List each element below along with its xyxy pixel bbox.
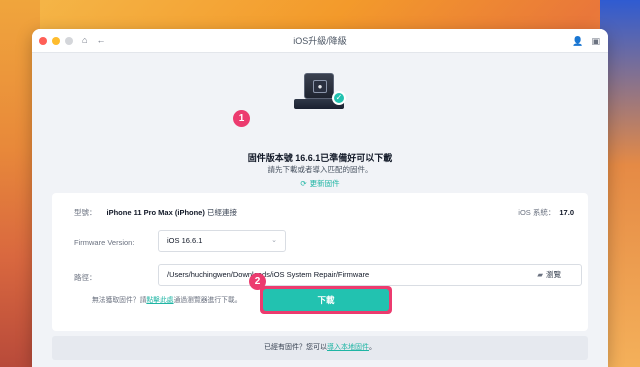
page-subtitle: 請先下載或者導入匹配的固件。 xyxy=(267,165,373,174)
update-firmware-link[interactable]: ⟳ 更新固件 xyxy=(32,178,608,189)
window-title: iOS升級/降級 xyxy=(293,36,347,46)
firmware-version-select[interactable]: iOS 16.6.1 ⌄ xyxy=(158,230,286,252)
firmware-version-value: iOS 16.6.1 xyxy=(167,236,203,245)
path-field[interactable]: /Users/huchingwen/Downloads/iOS System R… xyxy=(158,264,582,286)
zoom-window-button[interactable] xyxy=(65,36,73,45)
click-here-link[interactable]: 點擊此處 xyxy=(146,297,173,304)
firmware-version-label: Firmware Version: xyxy=(74,238,135,247)
import-footer: 已經有固件？您可以導入本地固件。 xyxy=(52,336,588,360)
help-suffix: 通過瀏覽器進行下載。 xyxy=(173,297,242,304)
connection-status: 已經連接 xyxy=(204,208,237,217)
help-text: 無法獲取固件？請點擊此處通過瀏覽器進行下載。 xyxy=(92,294,242,304)
footer-suffix: 。 xyxy=(369,344,376,351)
update-firmware-label: 更新固件 xyxy=(309,179,340,188)
ios-version: 17.0 xyxy=(559,208,574,217)
model-label: 型號： xyxy=(74,208,97,217)
close-window-button[interactable] xyxy=(39,36,47,45)
check-icon: ✓ xyxy=(332,91,346,105)
path-label: 路徑： xyxy=(74,273,97,282)
help-prefix: 無法獲取固件？請 xyxy=(92,297,147,304)
page-title: 固件版本號 16.6.1已準備好可以下載 xyxy=(247,153,393,163)
download-button[interactable]: 下載 xyxy=(263,289,389,311)
import-local-firmware-link[interactable]: 導入本地固件 xyxy=(327,344,369,351)
minimize-window-button[interactable] xyxy=(52,36,60,45)
download-highlight: 下載 xyxy=(260,286,392,314)
folder-icon: ▰ xyxy=(537,270,543,279)
user-icon[interactable]: 👤 xyxy=(572,36,583,47)
ios-label: iOS 系統： xyxy=(518,208,556,217)
browse-button[interactable]: ▰ 瀏覽 xyxy=(537,265,561,285)
device-info: 型號： iPhone 11 Pro Max (iPhone) 已經連接 xyxy=(74,207,237,218)
home-icon[interactable]: ⌂ xyxy=(82,36,87,45)
path-value: /Users/huchingwen/Downloads/iOS System R… xyxy=(167,270,370,279)
step-1-badge: 1 xyxy=(233,110,250,127)
firmware-chip-illustration: ● ✓ xyxy=(294,69,346,113)
refresh-icon: ⟳ xyxy=(300,179,307,188)
title-bar: ⌂ ← iOS升級/降級 👤 ▣ xyxy=(32,29,608,53)
chevron-down-icon: ⌄ xyxy=(271,237,277,244)
feedback-icon[interactable]: ▣ xyxy=(591,36,600,47)
back-arrow-icon[interactable]: ← xyxy=(96,36,105,45)
browse-label: 瀏覽 xyxy=(546,270,561,279)
ios-version-info: iOS 系統： 17.0 xyxy=(518,207,574,218)
hero-section: ● ✓ 固件版本號 16.6.1已準備好可以下載 請先下載或者導入匹配的固件。 … xyxy=(32,53,608,193)
apple-logo-icon: ● xyxy=(313,80,327,93)
device-model: iPhone 11 Pro Max (iPhone) xyxy=(106,208,205,217)
footer-prefix: 已經有固件？您可以 xyxy=(264,344,327,351)
app-window: ⌂ ← iOS升級/降級 👤 ▣ ● ✓ 固件版本號 16.6.1已準備好可以下… xyxy=(32,29,608,367)
window-controls xyxy=(39,36,73,45)
